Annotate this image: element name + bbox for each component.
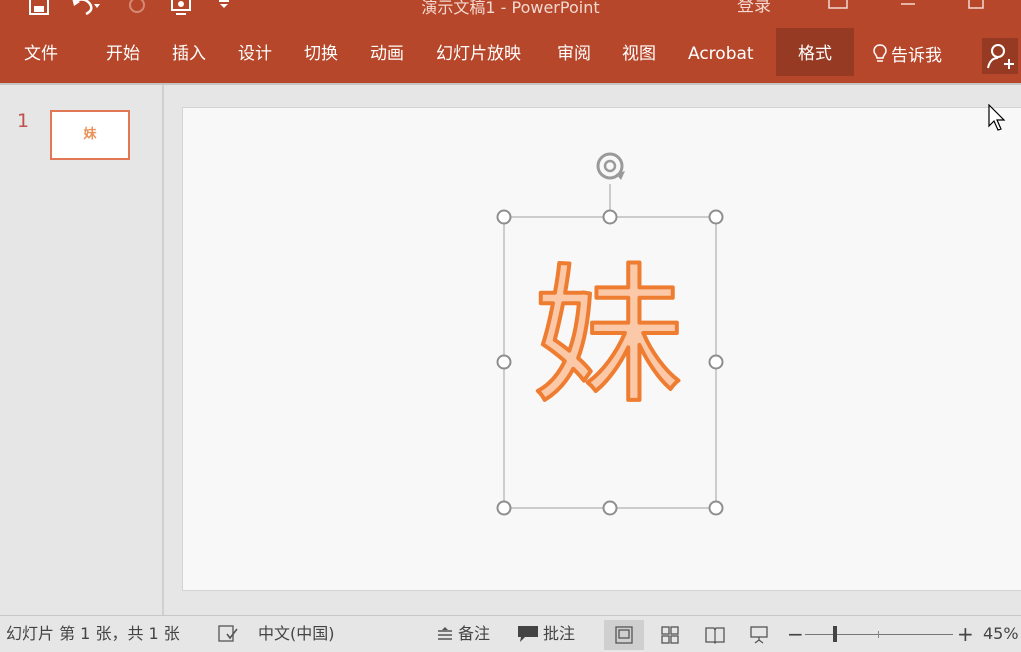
tab-home[interactable]: 开始 — [106, 28, 140, 76]
tab-acrobat[interactable]: Acrobat — [688, 28, 754, 76]
rotate-icon[interactable] — [596, 152, 625, 180]
maximize-icon[interactable] — [968, 0, 984, 10]
tab-transitions[interactable]: 切换 — [304, 28, 338, 76]
reading-view-button[interactable] — [694, 620, 734, 650]
slide-count: 幻灯片 第 1 张，共 1 张 — [6, 624, 180, 643]
zoom-out-button[interactable]: − — [787, 616, 804, 652]
slide-sorter-icon — [661, 626, 679, 644]
slideshow-icon — [750, 626, 768, 644]
zoom-in-button[interactable]: + — [957, 616, 974, 652]
window-title: 演示文稿1 - PowerPoint — [421, 0, 600, 17]
status-bar: 幻灯片 第 1 张，共 1 张 中文(中国) 备注 批注 − + 45% — [0, 615, 1021, 652]
tab-slideshow[interactable]: 幻灯片放映 — [436, 28, 521, 76]
notes-icon — [438, 627, 452, 640]
minimize-icon[interactable] — [900, 0, 916, 10]
tab-file[interactable]: 文件 — [24, 28, 58, 76]
ribbon-display-icon[interactable] — [828, 0, 848, 10]
notes-label: 备注 — [458, 624, 491, 643]
notes-button[interactable]: 备注 — [436, 616, 490, 652]
zoom-slider-midmark — [878, 631, 879, 638]
comments-button[interactable]: 批注 — [517, 616, 575, 652]
normal-view-icon — [615, 626, 633, 644]
slide-thumbnail[interactable]: 妹 — [50, 110, 130, 160]
slide-sorter-button[interactable] — [650, 620, 690, 650]
spellcheck-icon — [218, 625, 238, 642]
zoom-slider-track[interactable] — [805, 634, 953, 635]
tab-insert[interactable]: 插入 — [172, 28, 206, 76]
tab-view[interactable]: 视图 — [622, 28, 656, 76]
thumbnail-number: 1 — [17, 110, 30, 132]
slide-content: 妹 — [496, 152, 724, 516]
language-indicator[interactable]: 中文(中国) — [258, 616, 335, 652]
thumbnail-pane — [0, 85, 162, 615]
comments-label: 批注 — [543, 624, 576, 643]
slide-canvas[interactable]: 妹 — [182, 107, 1021, 591]
tab-format[interactable]: 格式 — [776, 28, 854, 76]
tab-animations[interactable]: 动画 — [370, 28, 404, 76]
add-user-icon — [987, 44, 1014, 69]
zoom-level[interactable]: 45% — [983, 616, 1019, 652]
lightbulb-icon — [873, 44, 887, 62]
tell-me-label: 告诉我 — [891, 46, 942, 66]
sign-in-link[interactable]: 登录 — [737, 0, 771, 15]
reading-view-icon — [705, 627, 725, 644]
ribbon-tab-bar: 文件 开始 插入 设计 切换 动画 幻灯片放映 审阅 视图 Acrobat 格式… — [0, 28, 1021, 83]
title-bar: 演示文稿1 - PowerPoint 登录 — [0, 0, 1021, 28]
slideshow-button[interactable] — [738, 620, 778, 650]
comments-icon — [518, 626, 538, 642]
cursor-icon — [988, 104, 1006, 131]
tell-me-search[interactable]: 告诉我 — [873, 28, 942, 80]
spellcheck-button[interactable] — [218, 616, 244, 652]
normal-view-button[interactable] — [604, 620, 644, 650]
wordart-text[interactable]: 妹 — [531, 248, 685, 426]
zoom-slider-thumb[interactable] — [833, 626, 837, 642]
tab-review[interactable]: 审阅 — [557, 28, 591, 76]
tab-design[interactable]: 设计 — [238, 28, 272, 76]
thumbnail-text: 妹 — [83, 127, 97, 142]
share-button[interactable] — [982, 38, 1018, 74]
